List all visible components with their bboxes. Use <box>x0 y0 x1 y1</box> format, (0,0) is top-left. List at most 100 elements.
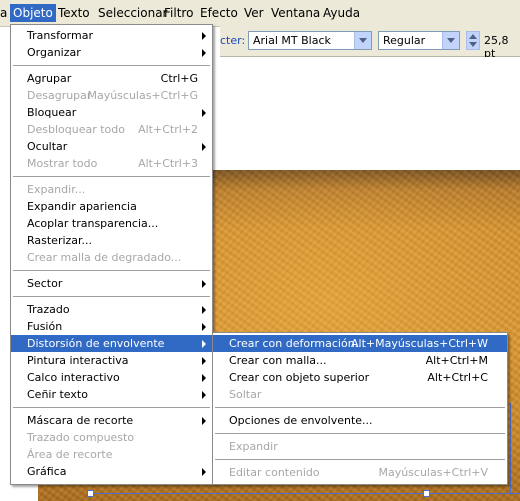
menu-item-label: Transformar <box>27 29 93 42</box>
menu-item-area-recorte[interactable]: Área de recorte <box>11 446 212 463</box>
menu-item-label: Crear con malla... <box>229 354 327 367</box>
character-label[interactable]: cter: <box>220 34 245 47</box>
menu-objeto[interactable]: Objeto <box>10 4 56 22</box>
menu-item-label: Crear malla de degradado... <box>27 251 182 264</box>
menu-separator <box>215 459 505 460</box>
menu-item-rasterizar[interactable]: Rasterizar... <box>11 232 212 249</box>
menu-item-grafica[interactable]: Gráfica <box>11 463 212 480</box>
menu-item-soltar[interactable]: Soltar <box>213 386 507 403</box>
selection-bounding-line <box>510 403 511 494</box>
selection-handle[interactable] <box>423 490 430 497</box>
menu-item-editar-contenido[interactable]: Editar contenido Mayúsculas+Ctrl+V <box>213 464 507 481</box>
selection-handle[interactable] <box>87 490 94 497</box>
menu-item-desbloquear-todo[interactable]: Desbloquear todo Alt+Ctrl+2 <box>11 121 212 138</box>
chevron-down-icon[interactable] <box>442 32 459 49</box>
submenu-arrow-icon <box>202 306 206 314</box>
menu-item-cenir-texto[interactable]: Ceñir texto <box>11 386 212 403</box>
chevron-down-icon[interactable] <box>354 32 371 49</box>
menu-item-ocultar[interactable]: Ocultar <box>11 138 212 155</box>
menu-item-label: Expandir... <box>27 183 86 196</box>
menu-item-label: Mostrar todo <box>27 157 98 170</box>
canvas-blank-area <box>220 57 520 169</box>
menu-item-label: Sector <box>27 277 63 290</box>
menu-item-crear-malla-degradado[interactable]: Crear malla de degradado... <box>11 249 212 266</box>
submenu-arrow-icon <box>202 143 206 151</box>
menu-ayuda[interactable]: Ayuda <box>320 4 363 22</box>
menu-item-label: Agrupar <box>27 72 72 85</box>
menu-item-expandir-envolvente[interactable]: Expandir <box>213 438 507 455</box>
menu-separator <box>215 407 505 408</box>
menu-item-trazado[interactable]: Trazado <box>11 301 212 318</box>
menu-item-desagrupar[interactable]: Desagrupar Mayúsculas+Ctrl+G <box>11 87 212 104</box>
character-control-bar: cter: Arial MT Black Regular 25,8 pt <box>220 26 520 60</box>
menu-item-shortcut: Alt+Ctrl+C <box>427 371 488 384</box>
menu-item-label: Soltar <box>229 388 262 401</box>
menu-item-calco-interactivo[interactable]: Calco interactivo <box>11 369 212 386</box>
menu-item-shortcut: Alt+Ctrl+M <box>425 354 488 367</box>
menu-item-label: Editar contenido <box>229 466 320 479</box>
menu-item-shortcut: Alt+Mayúsculas+Ctrl+W <box>351 337 488 350</box>
menu-item-label: Acoplar transparencia... <box>27 217 159 230</box>
font-family-value: Arial MT Black <box>253 34 331 47</box>
menu-item-transformar[interactable]: Transformar <box>11 27 212 44</box>
font-family-select[interactable]: Arial MT Black <box>248 31 372 50</box>
menu-ver[interactable]: Ver <box>241 4 267 22</box>
selection-bounding-line <box>90 493 520 494</box>
menu-item-label: Crear con deformación... <box>229 337 366 350</box>
menu-item-shortcut: Alt+Ctrl+3 <box>138 157 198 170</box>
submenu-arrow-icon <box>202 391 206 399</box>
envelope-distort-submenu: Crear con deformación... Alt+Mayúsculas+C… <box>212 332 508 485</box>
menu-item-label: Área de recorte <box>27 448 113 461</box>
submenu-arrow-icon <box>202 417 206 425</box>
menu-item-label: Calco interactivo <box>27 371 120 384</box>
menu-item-mostrar-todo[interactable]: Mostrar todo Alt+Ctrl+3 <box>11 155 212 172</box>
menu-filtro[interactable]: Filtro <box>161 4 196 22</box>
menu-item-distorsion-envolvente[interactable]: Distorsión de envolvente <box>11 335 212 352</box>
menu-archivo[interactable]: a <box>0 4 10 22</box>
menu-texto[interactable]: Texto <box>55 4 93 22</box>
menu-bar: a Objeto Texto Seleccionar Filtro Efecto… <box>0 0 520 27</box>
menu-item-mascara-recorte[interactable]: Máscara de recorte <box>11 412 212 429</box>
menu-separator <box>13 176 210 177</box>
menu-item-pintura-interactiva[interactable]: Pintura interactiva <box>11 352 212 369</box>
menu-item-label: Ocultar <box>27 140 68 153</box>
menu-item-bloquear[interactable]: Bloquear <box>11 104 212 121</box>
submenu-arrow-icon <box>202 32 206 40</box>
submenu-arrow-icon <box>202 340 206 348</box>
menu-item-expandir[interactable]: Expandir... <box>11 181 212 198</box>
menu-ventana[interactable]: Ventana <box>268 4 323 22</box>
menu-item-crear-con-malla[interactable]: Crear con malla... Alt+Ctrl+M <box>213 352 507 369</box>
menu-item-label: Expandir apariencia <box>27 200 137 213</box>
font-size-stepper[interactable] <box>466 31 480 50</box>
menu-item-label: Rasterizar... <box>27 234 93 247</box>
menu-item-agrupar[interactable]: Agrupar Ctrl+G <box>11 70 212 87</box>
menu-item-trazado-compuesto[interactable]: Trazado compuesto <box>11 429 212 446</box>
menu-item-label: Bloquear <box>27 106 77 119</box>
menu-item-expandir-apariencia[interactable]: Expandir apariencia <box>11 198 212 215</box>
menu-separator <box>13 296 210 297</box>
font-style-value: Regular <box>383 34 426 47</box>
menu-item-shortcut: Mayúsculas+Ctrl+V <box>378 466 488 479</box>
objeto-dropdown-menu: Transformar Organizar Agrupar Ctrl+G Desa… <box>10 24 213 485</box>
menu-item-organizar[interactable]: Organizar <box>11 44 212 61</box>
menu-item-crear-con-objeto-superior[interactable]: Crear con objeto superior Alt+Ctrl+C <box>213 369 507 386</box>
menu-separator <box>13 407 210 408</box>
menu-item-opciones-envolvente[interactable]: Opciones de envolvente... <box>213 412 507 429</box>
menu-item-label: Organizar <box>27 46 81 59</box>
menu-item-label: Fusión <box>27 320 63 333</box>
menu-item-crear-con-deformacion[interactable]: Crear con deformación... Alt+Mayúsculas+C… <box>213 335 507 352</box>
menu-item-fusion[interactable]: Fusión <box>11 318 212 335</box>
menu-item-shortcut: Ctrl+G <box>160 72 198 85</box>
menu-item-acoplar-transparencia[interactable]: Acoplar transparencia... <box>11 215 212 232</box>
font-style-select[interactable]: Regular <box>378 31 460 50</box>
submenu-arrow-icon <box>202 357 206 365</box>
menu-seleccionar[interactable]: Seleccionar <box>95 4 170 22</box>
menu-efecto[interactable]: Efecto <box>197 4 241 22</box>
menu-item-sector[interactable]: Sector <box>11 275 212 292</box>
submenu-arrow-icon <box>202 280 206 288</box>
menu-separator <box>13 65 210 66</box>
menu-item-label: Opciones de envolvente... <box>229 414 373 427</box>
submenu-arrow-icon <box>202 323 206 331</box>
menu-separator <box>215 433 505 434</box>
submenu-arrow-icon <box>202 374 206 382</box>
